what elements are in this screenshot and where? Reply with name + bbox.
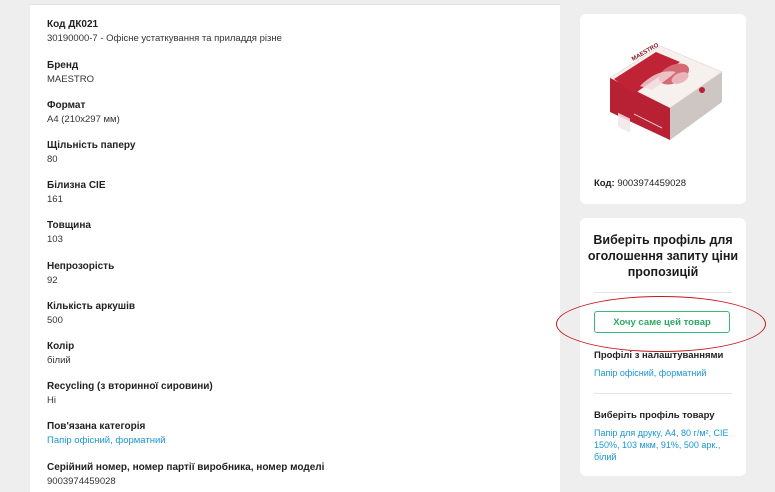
related-category-link[interactable]: Папір офісний, форматний xyxy=(47,435,166,447)
product-code-value: 9003974459028 xyxy=(617,178,686,189)
product-card: MAESTRO Код: 9003974459028 xyxy=(580,14,746,204)
attr-serial-number: Серійний номер, номер партії виробника, … xyxy=(47,462,324,488)
attr-value: 80 xyxy=(47,154,58,165)
attr-value: білий xyxy=(47,355,71,366)
attr-density: Щільність паперу 80 xyxy=(47,140,135,166)
attr-value: 9003974459028 xyxy=(47,476,116,487)
attr-value: 500 xyxy=(47,315,63,326)
select-product-profile-label: Виберіть профіль товару xyxy=(594,410,715,421)
attr-label: Бренд xyxy=(47,60,79,71)
attr-value: 161 xyxy=(47,194,63,205)
attr-label: Формат xyxy=(47,100,86,111)
attr-label: Товщина xyxy=(47,220,91,231)
attr-value: Ні xyxy=(47,395,56,406)
profile-selection-card: Виберіть профіль для оголошення запиту ц… xyxy=(580,218,746,476)
attr-label: Колір xyxy=(47,341,75,352)
attr-dk021: Код ДК021 30190000-7 - Офісне устаткуван… xyxy=(47,19,282,45)
attr-color: Колір білий xyxy=(47,341,74,367)
attr-label: Непрозорість xyxy=(47,261,115,272)
attr-label: Білизна CIE xyxy=(47,180,106,191)
attr-label: Серійний номер, номер партії виробника, … xyxy=(47,462,325,473)
attr-label: Код ДК021 xyxy=(47,19,99,30)
attr-value: А4 (210х297 мм) xyxy=(47,114,120,125)
product-attributes-panel: Код ДК021 30190000-7 - Офісне устаткуван… xyxy=(30,4,560,492)
configured-profile-link[interactable]: Папір офісний, форматний xyxy=(594,367,734,379)
attr-format: Формат А4 (210х297 мм) xyxy=(47,100,120,126)
attr-value: 103 xyxy=(47,234,63,245)
attr-thickness: Товщина 103 xyxy=(47,220,91,246)
attr-label: Recycling (з вторинної сировини) xyxy=(47,381,213,392)
product-code: Код: 9003974459028 xyxy=(594,178,686,189)
attr-value: MAESTRO xyxy=(47,74,94,85)
attr-related-category: Пов'язана категорія Папір офісний, форма… xyxy=(47,421,166,447)
divider xyxy=(594,393,732,394)
product-code-label: Код: xyxy=(594,178,615,189)
attr-recycling: Recycling (з вторинної сировини) Ні xyxy=(47,381,213,407)
paper-ream-box-image: MAESTRO xyxy=(600,28,728,156)
attr-brand: Бренд MAESTRO xyxy=(47,60,94,86)
attr-opacity: Непрозорість 92 xyxy=(47,261,114,287)
attr-label: Пов'язана категорія xyxy=(47,421,146,432)
attr-label: Щільність паперу xyxy=(47,140,136,151)
attr-whiteness: Білизна CIE 161 xyxy=(47,180,106,206)
configured-profiles-label: Профілі з налаштуваннями xyxy=(594,350,724,361)
attr-label: Кількість аркушів xyxy=(47,301,136,312)
divider xyxy=(594,292,732,293)
profile-selection-title: Виберіть профіль для оголошення запиту ц… xyxy=(587,233,739,279)
attr-sheet-count: Кількість аркушів 500 xyxy=(47,301,135,327)
product-profile-link[interactable]: Папір для друку, А4, 80 г/м², CIE 150%, … xyxy=(594,427,734,463)
attr-value: 30190000-7 - Офісне устаткування та прил… xyxy=(47,33,282,44)
attr-value: 92 xyxy=(47,275,58,286)
want-this-product-button[interactable]: Хочу саме цей товар xyxy=(594,311,730,333)
